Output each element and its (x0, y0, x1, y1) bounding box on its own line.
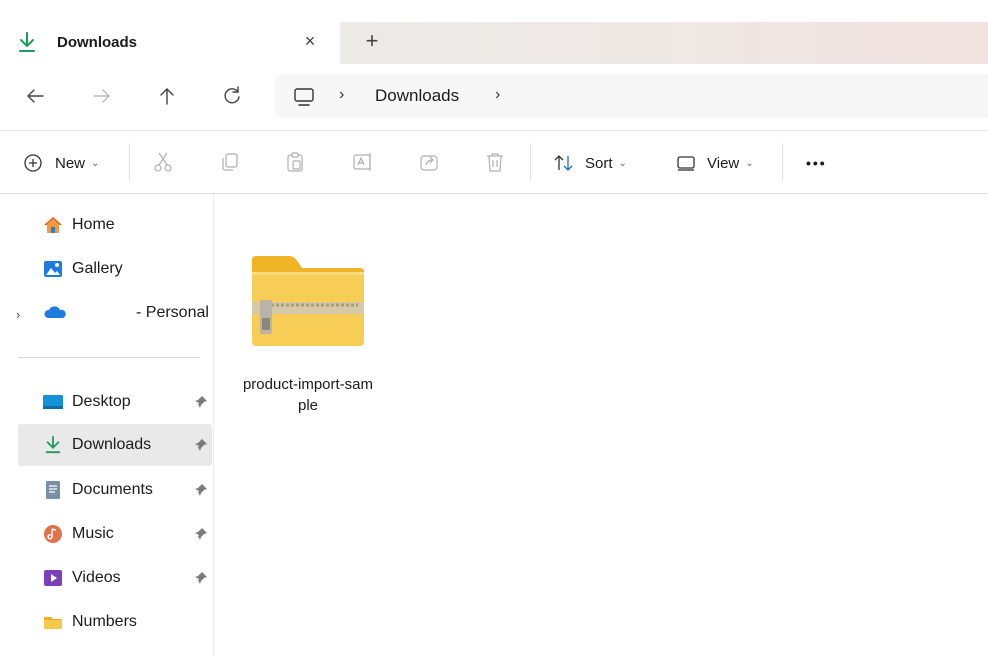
copy-icon[interactable] (219, 151, 241, 173)
up-icon[interactable] (155, 84, 179, 108)
address-bar[interactable]: › Downloads › (275, 74, 988, 118)
file-name: product-import-sample (242, 376, 374, 414)
command-bar: New ⌄ Sort ⌄ View ⌄ ••• (0, 131, 988, 194)
sidebar-item-videos[interactable]: Videos (18, 557, 212, 599)
divider (782, 143, 783, 181)
delete-icon[interactable] (484, 151, 506, 173)
refresh-icon[interactable] (220, 84, 244, 108)
more-options-button[interactable]: ••• (806, 150, 827, 176)
tab-title: Downloads (57, 34, 138, 51)
gallery-icon (44, 261, 62, 277)
music-icon (44, 525, 62, 543)
sidebar-item-label: Home (72, 216, 115, 233)
documents-icon (46, 481, 60, 499)
sidebar-divider (18, 357, 200, 358)
forward-icon[interactable] (90, 84, 114, 108)
sidebar-item-label: Downloads (72, 436, 152, 453)
desktop-icon (43, 395, 63, 409)
view-label: View (707, 154, 740, 172)
tab-downloads[interactable]: Downloads × (0, 22, 340, 64)
pin-icon[interactable] (194, 483, 208, 497)
pin-icon[interactable] (194, 438, 208, 452)
navigation-bar: › Downloads › (0, 64, 988, 131)
home-icon (44, 217, 62, 233)
sort-button[interactable]: Sort ⌄ (553, 150, 627, 176)
plus-circle-icon (24, 154, 42, 172)
back-icon[interactable] (23, 84, 47, 108)
file-item[interactable]: product-import-sample (242, 250, 374, 420)
sidebar-item-label: Numbers (72, 613, 137, 630)
sidebar-item-music[interactable]: Music (18, 513, 212, 555)
pin-icon[interactable] (194, 571, 208, 585)
sidebar-item-label: - Personal (136, 304, 209, 321)
title-bar: Downloads × + (0, 0, 988, 64)
sidebar-item-label: Videos (72, 569, 121, 586)
download-icon (19, 32, 35, 52)
tab-strip[interactable] (340, 22, 988, 64)
pin-icon[interactable] (194, 527, 208, 541)
breadcrumb-separator[interactable]: › (339, 86, 344, 104)
download-icon (45, 436, 61, 454)
cut-icon[interactable] (152, 151, 174, 173)
sort-label: Sort (585, 154, 613, 172)
new-button[interactable]: New ⌄ (23, 150, 99, 176)
folder-icon (44, 617, 62, 629)
navigation-pane: Home Gallery › - Personal Desktop Downlo… (0, 194, 214, 657)
divider (129, 143, 130, 181)
sidebar-item-onedrive[interactable]: - Personal (18, 292, 212, 334)
breadcrumb-separator[interactable]: › (495, 86, 500, 104)
pin-icon[interactable] (194, 395, 208, 409)
sidebar-item-label: Desktop (72, 393, 131, 410)
chevron-down-icon: ⌄ (618, 157, 627, 169)
close-tab-icon[interactable]: × (300, 30, 320, 52)
sort-icon (554, 155, 573, 171)
new-label: New (55, 154, 86, 172)
divider (530, 143, 531, 181)
chevron-down-icon: ⌄ (745, 157, 754, 169)
view-button[interactable]: View ⌄ (676, 150, 754, 176)
sidebar-item-label: Music (72, 525, 114, 542)
zip-folder-icon (252, 256, 364, 346)
rename-icon[interactable] (352, 151, 374, 173)
sidebar-item-home[interactable]: Home (18, 204, 212, 246)
view-icon (677, 156, 695, 171)
new-tab-icon[interactable]: + (362, 30, 382, 52)
sidebar-item-documents[interactable]: Documents (18, 469, 212, 511)
chevron-down-icon: ⌄ (91, 157, 100, 169)
breadcrumb-downloads[interactable]: Downloads (375, 86, 459, 106)
sidebar-item-label: Documents (72, 481, 153, 498)
sidebar-item-numbers[interactable]: Numbers (18, 601, 212, 643)
sidebar-item-gallery[interactable]: Gallery (18, 248, 212, 290)
videos-icon (44, 570, 62, 586)
this-pc-icon[interactable] (293, 86, 315, 108)
paste-icon[interactable] (284, 151, 306, 173)
file-list: product-import-sample (214, 194, 988, 657)
onedrive-icon (44, 306, 66, 318)
sidebar-item-downloads[interactable]: Downloads (18, 424, 212, 466)
sidebar-item-desktop[interactable]: Desktop (18, 381, 212, 423)
sidebar-item-label: Gallery (72, 260, 123, 277)
share-icon[interactable] (418, 151, 440, 173)
